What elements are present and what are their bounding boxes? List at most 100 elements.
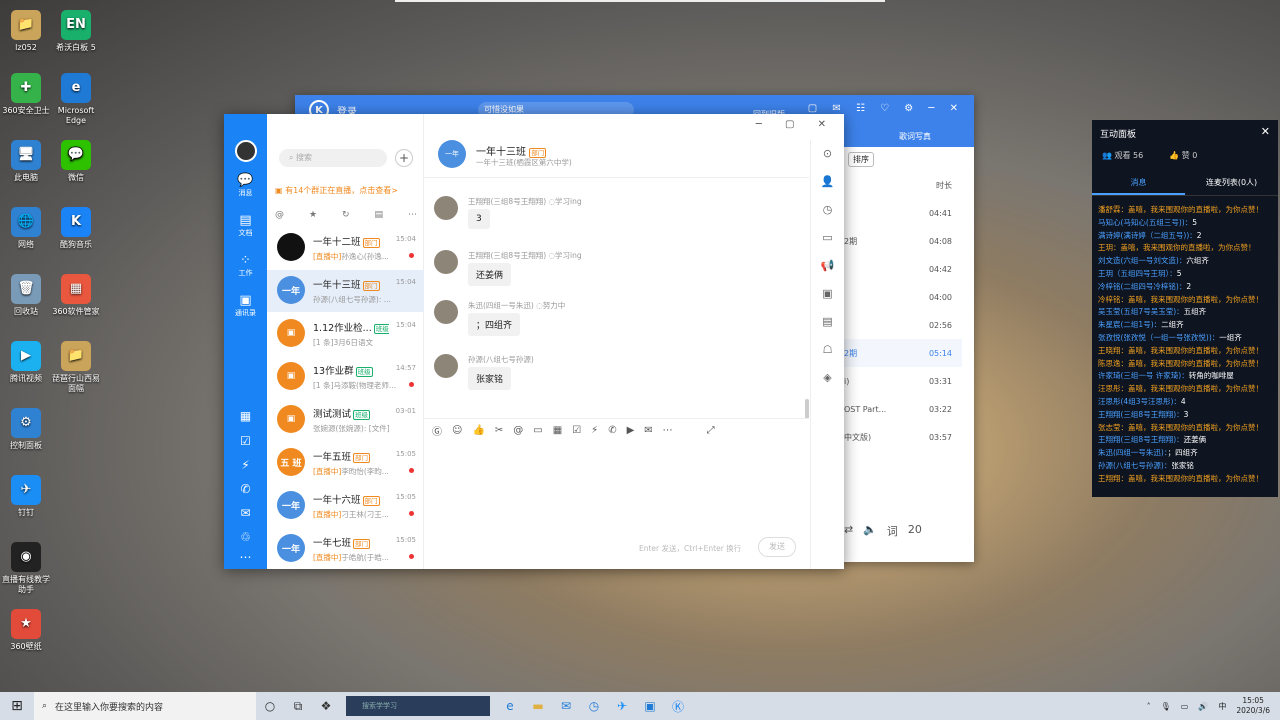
nav-work[interactable]: ⁘ 工作 [224,254,267,278]
add-button[interactable]: + [395,149,413,167]
playlist-count[interactable]: 20 [908,523,922,539]
song-row[interactable]: 中文版) 03:57 [844,423,962,451]
gif-icon[interactable]: Ⓖ [432,423,442,438]
live-icon[interactable]: ▣ [811,280,844,308]
nav-messages[interactable]: 💬 消息 [224,174,267,198]
song-row[interactable]: i) 03:31 [844,367,962,395]
more-icon[interactable]: ⋯ [663,425,673,436]
conversation-search-input[interactable]: ⌕ 搜索 [279,149,387,167]
app-icon[interactable]: ❖ [312,699,340,713]
message-bubble[interactable]: 张家铭 [468,367,512,390]
file-icon[interactable]: ▤ [374,210,383,220]
explorer-icon[interactable]: ▬ [524,699,552,713]
robot-icon[interactable]: ☖ [811,336,844,364]
conversation-item[interactable]: 一年 一年七班 部门 15:05 [直播中]于皓航(于皓... [267,528,424,570]
desktop-icon[interactable]: ✚ 360安全卫士 [0,73,52,116]
folder-icon[interactable]: ▭ [811,224,844,252]
video-icon[interactable]: ▶ [627,425,635,436]
edge-icon[interactable]: e [496,699,524,713]
song-row[interactable]: 2期 04:08 [844,227,962,255]
message-bubble[interactable]: ；四组齐 [468,313,521,336]
tab-messages[interactable]: 消息 [1092,172,1185,195]
note-icon[interactable]: ▤ [811,308,844,336]
music-footer[interactable]: ⇄ 🔈 词 20 [844,523,974,539]
conversation-item[interactable]: ▣ 测试测试 班级 03-01 张婉源(张婉源): [文件] [267,399,424,441]
mail-icon[interactable]: ✉ [552,699,580,713]
message-bubble[interactable]: 3 [468,209,490,229]
scissors-icon[interactable]: ✂ [495,425,503,436]
desktop-icon[interactable]: EN 希沃白板 5 [50,10,102,53]
close-icon[interactable]: ✕ [1261,125,1270,138]
history-icon[interactable]: ◷ [811,196,844,224]
check-icon[interactable]: ☑ [572,425,581,436]
desktop-icon[interactable]: ◉ 直播有线教学助手 [0,542,52,595]
tab-mic-list[interactable]: 连麦列表(0人) [1185,172,1278,195]
call-icon[interactable]: ✆ [608,425,616,436]
desktop-icon[interactable]: 🗑 回收站 [0,274,52,317]
emoji-icon[interactable]: ☺ [452,425,462,436]
dingtalk-icon[interactable]: ✈ [608,699,636,713]
song-row[interactable]: 04:41 [844,199,962,227]
more-dots-icon[interactable]: ⋯ [408,210,417,220]
volume-icon[interactable]: 🔈 [863,523,877,539]
song-row[interactable]: 02:56 [844,311,962,339]
conversation-item[interactable]: 五 班一年五班 部门 15:05 [直播中]李昀怡(李昀... [267,442,424,484]
conversation-item[interactable]: ▣ 1.12作业检... 班级 15:04 [1 条]3月6日语文 [267,313,424,355]
conversation-item[interactable]: 一年 一年十六班 部门 15:05 [直播中]刁王林(刁王... [267,485,424,527]
more-circle-icon[interactable]: ⊙ [811,140,844,168]
song-row[interactable]: 04:42 [844,255,962,283]
mail-icon[interactable]: ✉ [644,425,652,436]
sender-avatar[interactable] [434,354,458,378]
mic-icon[interactable]: 🎙 [1161,702,1171,711]
desktop-icon[interactable]: K 酷狗音乐 [50,207,102,250]
clock-app-icon[interactable]: ◷ [580,699,608,713]
network-icon[interactable]: ▭ [1181,702,1189,711]
sender-avatar[interactable] [434,300,458,324]
conversation-item[interactable]: ▣ 13作业群 班级 14:57 [1 条]马添鞍(物理老师... [267,356,424,398]
kugou-icon[interactable]: Ⓚ [664,698,692,715]
add-member-icon[interactable]: 👤 [811,168,844,196]
desktop-icon[interactable]: ⚙ 控制面板 [0,408,52,451]
at-icon[interactable]: @ [275,210,284,220]
conversation-item[interactable]: 一年 一年十三班 部门 15:04 孙源(八组七号孙源): ... [267,270,424,312]
recycle-icon[interactable]: ♲ [224,530,267,544]
live-notice-link[interactable]: ▣ 有14个群正在直播，点击查看> [275,185,398,196]
ding-icon[interactable]: ⚡ [591,425,598,436]
mention-icon[interactable]: @ [513,425,523,436]
more-icon[interactable]: ⋯ [224,550,267,564]
desktop-icon[interactable]: ▶ 腾讯视频 [0,341,52,384]
desktop-icon[interactable]: ▦ 360软件管家 [50,274,102,317]
sort-button[interactable]: 排序 [848,151,874,167]
todo-icon[interactable]: ☑ [224,434,267,448]
desktop-icon[interactable]: e Microsoft Edge [50,73,102,126]
refresh-icon[interactable]: ↻ [342,210,350,220]
desktop-icon[interactable]: 📁 lz052 [0,10,52,53]
lyrics-photo-button[interactable]: 歌词写真 [844,125,974,147]
desktop-icon[interactable]: ✈ 钉钉 [0,475,52,518]
media-icon[interactable]: ▣ [636,699,664,713]
announce-icon[interactable]: 📢 [811,252,844,280]
dingtalk-window[interactable]: 💬 消息 ▤ 文档 ⁘ 工作 ▣ 通讯录 ▦ ☑ ⚡ ✆ ✉ ♲ ⋯ ⌕ 搜索 + ▣ … [224,114,844,569]
task-view-icon[interactable]: ⧉ [284,699,312,714]
expand-icon[interactable]: ⤢ [707,425,715,436]
calendar-icon[interactable]: ▦ [224,409,267,423]
song-row[interactable]: 2期 05:14 [844,339,962,367]
message-bubble[interactable]: 还姜俩 [468,263,512,286]
windows-start-icon[interactable]: ⊞ [0,698,34,714]
clock[interactable]: 15:05 2020/3/6 [1236,696,1270,716]
nav-contacts[interactable]: ▣ 通讯录 [224,294,267,318]
mail-icon[interactable]: ✉ [224,506,267,520]
ding-icon[interactable]: ⚡ [224,458,267,472]
ime-lang[interactable]: 中 [1218,701,1226,712]
lyrics-icon[interactable]: 词 [887,523,898,539]
cortana-icon[interactable]: ○ [256,699,284,713]
desktop-icon[interactable]: 💬 微信 [50,140,102,183]
song-row[interactable]: OST Part... 03:22 [844,395,962,423]
sender-avatar[interactable] [434,250,458,274]
desktop-icon[interactable]: 📁 琵琶行山西易面幅 [50,341,102,394]
nav-docs[interactable]: ▤ 文档 [224,214,267,238]
user-avatar[interactable] [234,140,257,162]
music-window-controls[interactable]: ▢ ✉ ☷ ♡ ⚙ ─ ✕ [808,103,964,114]
folder-icon[interactable]: ▭ [533,425,542,436]
cube-icon[interactable]: ◈ [811,364,844,392]
